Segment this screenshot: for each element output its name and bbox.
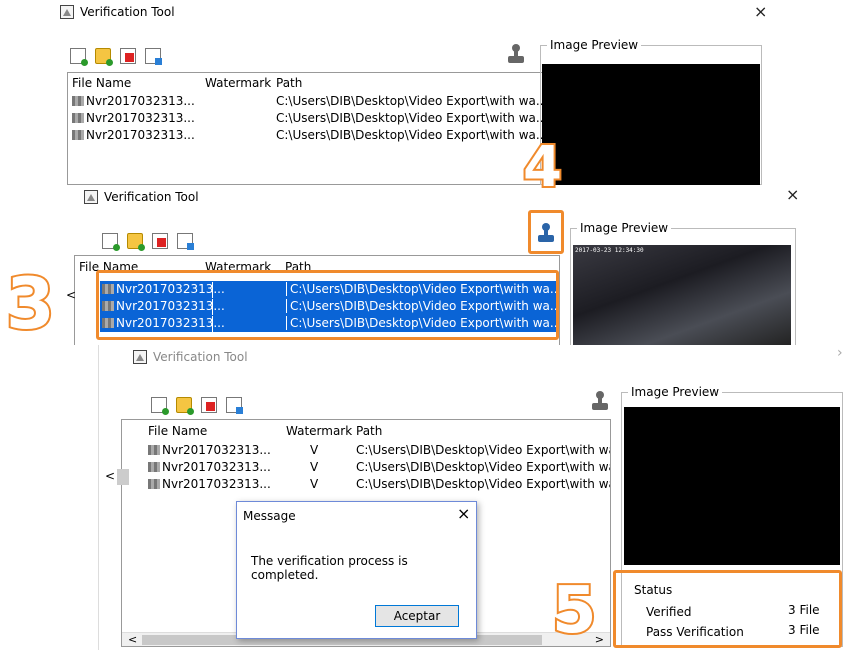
column-header-watermark[interactable]: Watermark [286, 424, 352, 438]
window-title: Verification Tool [104, 190, 199, 204]
video-file-icon [72, 130, 84, 140]
toolbar [70, 48, 162, 66]
export-file-icon[interactable] [226, 397, 243, 414]
step-label-4: 4 [521, 135, 564, 200]
dialog-close-icon[interactable]: × [457, 504, 470, 523]
table-row[interactable]: Nvr2017032313... V C:\Users\DIB\Desktop\… [122, 459, 610, 475]
remove-file-icon[interactable] [201, 397, 217, 413]
add-folder-icon[interactable] [176, 397, 194, 415]
path-cell: C:\Users\DIB\Desktop\Video Export\with w… [276, 94, 548, 108]
table-row[interactable]: Nvr2017032313... C:\Users\DIB\Desktop\Vi… [68, 127, 561, 143]
path-cell: C:\Users\DIB\Desktop\Video Export\with w… [276, 128, 548, 142]
file-name-cell: Nvr2017032313... [72, 94, 195, 108]
watermark-cell: V [310, 443, 319, 457]
scroll-left-arrow-outer[interactable]: < [105, 469, 115, 483]
remove-file-icon[interactable] [152, 233, 168, 249]
close-icon[interactable]: × [754, 2, 767, 21]
dialog-title: Message [243, 509, 296, 523]
file-list[interactable]: File Name Watermark Path Nvr2017032313..… [67, 72, 562, 185]
video-file-icon [72, 96, 84, 106]
column-header-path[interactable]: Path [356, 424, 382, 438]
image-preview-label: Image Preview [628, 385, 723, 399]
stamp-icon[interactable] [591, 391, 609, 411]
file-name-cell: Nvr2017032313... [72, 128, 195, 142]
app-icon [84, 190, 98, 204]
add-file-icon[interactable] [151, 397, 169, 415]
video-file-icon [72, 113, 84, 123]
add-folder-icon[interactable] [127, 233, 145, 251]
add-file-icon[interactable] [102, 233, 120, 251]
title-bar: Verification Tool [84, 185, 199, 209]
step-label-5: 5 [550, 574, 598, 648]
column-header-file-name[interactable]: File Name [148, 424, 207, 438]
scroll-stub [117, 469, 129, 485]
close-icon[interactable]: × [786, 185, 799, 204]
app-icon [133, 350, 147, 364]
image-preview-area [624, 407, 840, 565]
image-preview-label: Image Preview [577, 221, 672, 235]
step-label-3: 3 [4, 263, 57, 345]
scroll-left-arrow[interactable]: < [128, 633, 137, 646]
video-file-icon [148, 479, 160, 489]
image-preview-label: Image Preview [547, 38, 642, 52]
remove-file-icon[interactable] [120, 48, 136, 64]
window-title: Verification Tool [153, 350, 248, 364]
highlight-status-panel [613, 570, 842, 648]
table-row[interactable]: Nvr2017032313... C:\Users\DIB\Desktop\Vi… [68, 110, 561, 126]
toolbar [151, 397, 243, 415]
title-bar: Verification Tool [60, 0, 175, 24]
table-row[interactable]: Nvr2017032313... V C:\Users\DIB\Desktop\… [122, 476, 610, 492]
file-name-cell: Nvr2017032313... [72, 111, 195, 125]
image-preview-area [542, 64, 760, 186]
watermark-cell: V [310, 460, 319, 474]
highlight-stamp-button [528, 210, 564, 254]
add-file-icon[interactable] [70, 48, 88, 66]
table-row[interactable]: Nvr2017032313... C:\Users\DIB\Desktop\Vi… [68, 93, 561, 109]
path-cell: C:\Users\DIB\Desktop\Video Export\with w… [356, 443, 611, 457]
scroll-left-arrow[interactable]: < [66, 288, 76, 302]
app-icon [60, 5, 74, 19]
toolbar [102, 233, 194, 251]
export-file-icon[interactable] [145, 48, 162, 65]
window-title: Verification Tool [80, 5, 175, 19]
close-arrow-icon[interactable]: › [837, 345, 843, 361]
column-header-file-name[interactable]: File Name [72, 76, 131, 90]
path-cell: C:\Users\DIB\Desktop\Video Export\with w… [356, 460, 611, 474]
video-file-icon [148, 462, 160, 472]
file-name-cell: Nvr2017032313... [148, 460, 271, 474]
message-dialog: Message × The verification process is co… [236, 501, 477, 639]
stamp-icon[interactable] [507, 44, 525, 64]
add-folder-icon[interactable] [95, 48, 113, 66]
verification-window-1: Verification Tool × File Name Watermark … [40, 0, 844, 186]
path-cell: C:\Users\DIB\Desktop\Video Export\with w… [276, 111, 548, 125]
title-bar: Verification Tool [133, 345, 248, 369]
accept-button[interactable]: Aceptar [375, 605, 459, 627]
file-name-cell: Nvr2017032313... [148, 443, 271, 457]
image-preview-group: Image Preview [540, 38, 762, 186]
column-header-path[interactable]: Path [276, 76, 302, 90]
preview-timestamp: 2017-03-23 12:34:30 [575, 247, 644, 254]
image-preview-area: 2017-03-23 12:34:30 [573, 245, 791, 346]
image-preview-group: Image Preview 2017-03-23 12:34:30 [570, 221, 796, 346]
table-row[interactable]: Nvr2017032313... V C:\Users\DIB\Desktop\… [122, 442, 610, 458]
file-name-cell: Nvr2017032313... [148, 477, 271, 491]
column-header-watermark[interactable]: Watermark [205, 76, 271, 90]
export-file-icon[interactable] [177, 233, 194, 250]
watermark-cell: V [310, 477, 319, 491]
dialog-message: The verification process is completed. [251, 554, 408, 582]
path-cell: C:\Users\DIB\Desktop\Video Export\with w… [356, 477, 611, 491]
video-file-icon [148, 445, 160, 455]
highlight-selected-rows [96, 270, 559, 340]
